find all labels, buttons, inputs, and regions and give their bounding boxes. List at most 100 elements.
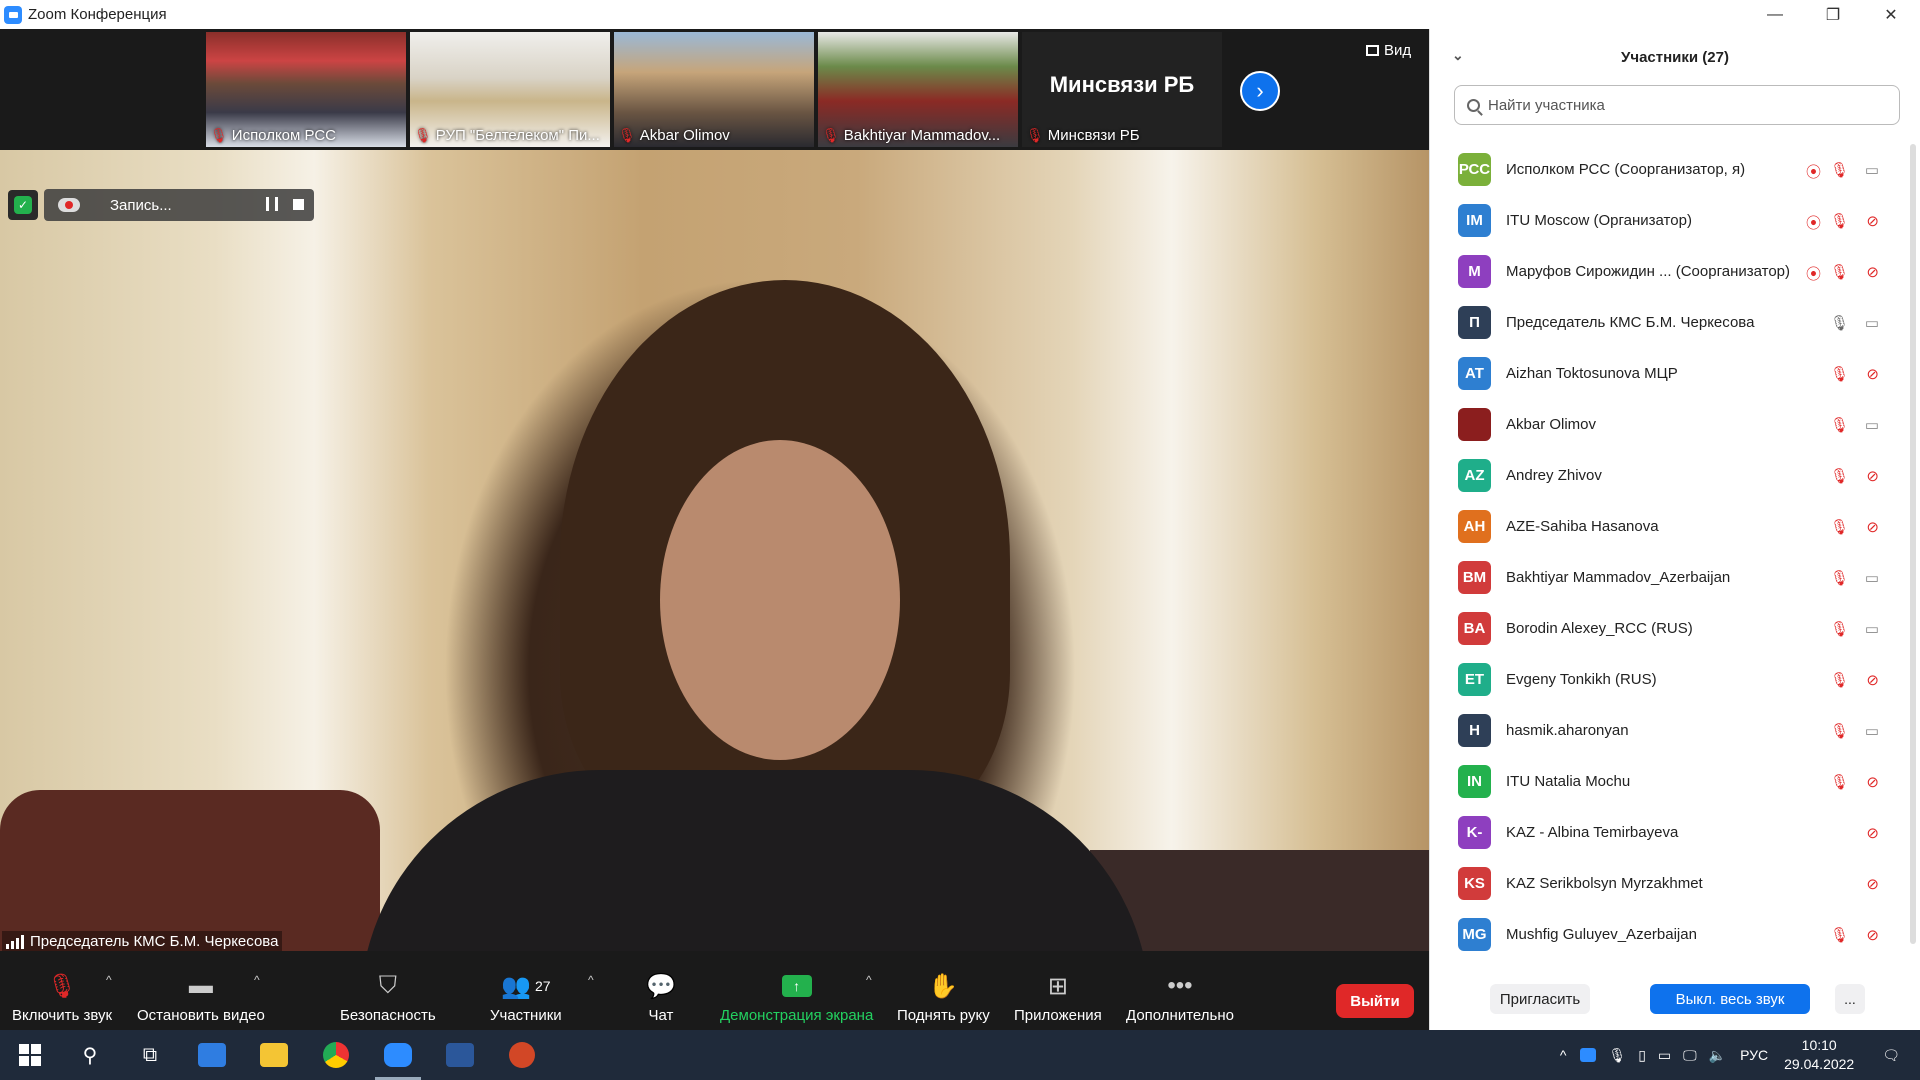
share-screen-button[interactable]: ↑ Демонстрация экрана xyxy=(720,969,873,1024)
tray-chevron-up-icon[interactable]: ^ xyxy=(1560,1047,1567,1063)
mute-all-button[interactable]: Выкл. весь звук xyxy=(1650,984,1810,1014)
task-view-icon[interactable]: ⧉ xyxy=(134,1039,166,1071)
audio-options-chevron-icon[interactable]: ^ xyxy=(106,973,112,987)
mic-muted-icon[interactable]: 🎙 xyxy=(1830,467,1849,485)
video-thumbnail[interactable]: 🎙 Bakhtiyar Mammadov... xyxy=(818,32,1018,147)
minimize-button[interactable]: — xyxy=(1746,0,1804,29)
battery-icon[interactable]: ▭ xyxy=(1658,1047,1671,1064)
participant-row[interactable]: BM Bakhtiyar Mammadov_Azerbaijan 🎙 ▭ xyxy=(1430,552,1905,603)
input-language[interactable]: РУС xyxy=(1740,1047,1768,1063)
participant-row[interactable]: AH AZE-Sahiba Hasanova 🎙 ⊘ xyxy=(1430,501,1905,552)
notifications-icon[interactable]: 🗨 xyxy=(1882,1047,1900,1064)
panel-more-button[interactable]: ... xyxy=(1835,984,1865,1014)
participant-row[interactable]: MG Mushfig Guluyev_Azerbaijan 🎙 ⊘ xyxy=(1430,909,1905,960)
stop-video-button[interactable]: ▬ Остановить видео xyxy=(137,969,265,1024)
mic-muted-icon[interactable]: 🎙 xyxy=(1830,569,1849,587)
mic-muted-icon[interactable]: 🎙 xyxy=(1830,416,1849,434)
mic-muted-icon[interactable]: 🎙 xyxy=(1830,365,1849,383)
mic-muted-icon[interactable]: 🎙 xyxy=(1830,926,1849,944)
zoom-taskbar-icon[interactable] xyxy=(382,1039,414,1071)
security-button[interactable]: ⛉ Безопасность xyxy=(340,969,436,1024)
camera-icon[interactable]: ▭ xyxy=(1865,722,1879,740)
unmute-button[interactable]: 🎙 Включить звук xyxy=(12,969,112,1025)
search-input[interactable] xyxy=(1488,96,1868,114)
share-screen-icon: ↑ xyxy=(781,975,812,997)
apps-button[interactable]: ⊞ Приложения xyxy=(1014,969,1102,1025)
camera-icon[interactable]: ▭ xyxy=(1865,569,1879,587)
microphone-tray-icon[interactable]: 🎙 xyxy=(1608,1047,1626,1064)
mic-muted-icon[interactable]: 🎙 xyxy=(1830,518,1849,536)
powerpoint-icon[interactable] xyxy=(506,1039,538,1071)
camera-off-icon[interactable]: ⊘ xyxy=(1866,365,1879,383)
mic-muted-icon[interactable]: 🎙 xyxy=(1830,620,1849,638)
mic-muted-icon[interactable]: 🎙 xyxy=(1830,722,1849,740)
camera-off-icon[interactable]: ⊘ xyxy=(1866,212,1879,230)
volume-icon[interactable]: 🔈 xyxy=(1709,1047,1726,1064)
camera-off-icon[interactable]: ⊘ xyxy=(1866,467,1879,485)
participant-row[interactable]: РСС Исполком РСС (Соорганизатор, я) ⦿ 🎙 ▭ xyxy=(1430,144,1905,195)
participant-row[interactable]: IN ITU Natalia Mochu 🎙 ⊘ xyxy=(1430,756,1905,807)
video-thumbnail[interactable]: 🎙 Akbar Olimov xyxy=(614,32,814,147)
participant-row[interactable]: KS KAZ Serikbolsyn Myrzakhmet ⊘ xyxy=(1430,858,1905,909)
mic-muted-icon[interactable]: 🎙 xyxy=(1830,671,1849,689)
camera-off-icon[interactable]: ⊘ xyxy=(1866,926,1879,944)
camera-off-icon[interactable]: ⊘ xyxy=(1866,875,1879,893)
mic-muted-icon[interactable]: 🎙 xyxy=(1830,773,1849,791)
mail-app-icon[interactable] xyxy=(196,1039,228,1071)
participant-row[interactable]: K- KAZ - Albina Temirbayeva ⊘ xyxy=(1430,807,1905,858)
mic-muted-icon[interactable]: 🎙 xyxy=(1830,263,1849,281)
pause-recording-button[interactable] xyxy=(266,197,278,211)
mic-muted-icon[interactable]: 🎙 xyxy=(1830,161,1849,179)
camera-off-icon[interactable]: ⊘ xyxy=(1866,518,1879,536)
zoom-tray-icon[interactable] xyxy=(1580,1048,1597,1062)
participant-row[interactable]: M Маруфов Сирожидин ... (Соорганизатор) ⦿ 🎙… xyxy=(1430,246,1905,297)
camera-icon[interactable]: ▭ xyxy=(1865,314,1879,332)
participant-row[interactable]: BA Borodin Alexey_RCC (RUS) 🎙 ▭ xyxy=(1430,603,1905,654)
share-options-chevron-icon[interactable]: ^ xyxy=(866,973,872,987)
encryption-shield-icon[interactable] xyxy=(8,190,38,220)
scrollbar[interactable] xyxy=(1910,144,1916,944)
camera-icon[interactable]: ▭ xyxy=(1865,416,1879,434)
video-thumbnail[interactable]: Минсвязи РБ 🎙 Минсвязи РБ xyxy=(1022,32,1222,147)
more-button[interactable]: ••• Дополнительно xyxy=(1126,969,1234,1024)
next-page-chevron-icon[interactable]: › xyxy=(1240,71,1280,111)
camera-off-icon[interactable]: ⊘ xyxy=(1866,671,1879,689)
stop-recording-button[interactable] xyxy=(293,199,304,210)
participant-row[interactable]: Hhasmik.aharonyan 🎙 ▭ xyxy=(1430,705,1905,756)
video-options-chevron-icon[interactable]: ^ xyxy=(254,973,260,987)
view-button[interactable]: Вид xyxy=(1366,42,1411,59)
participant-row[interactable]: ET Evgeny Tonkikh (RUS) 🎙 ⊘ xyxy=(1430,654,1905,705)
participant-row[interactable]: П Председатель КМС Б.М. Черкесова 🎙 ▭ xyxy=(1430,297,1905,348)
camera-off-icon[interactable]: ⊘ xyxy=(1866,263,1879,281)
camera-icon[interactable]: ▭ xyxy=(1865,161,1879,179)
close-button[interactable]: ✕ xyxy=(1862,0,1920,29)
word-icon[interactable] xyxy=(444,1039,476,1071)
participants-button[interactable]: 👥 27 Участники xyxy=(490,969,562,1025)
participant-row[interactable]: IM ITU Moscow (Организатор) ⦿ 🎙 ⊘ xyxy=(1430,195,1905,246)
participant-row[interactable]: AZ Andrey Zhivov 🎙 ⊘ xyxy=(1430,450,1905,501)
invite-button[interactable]: Пригласить xyxy=(1490,984,1590,1014)
video-thumbnail[interactable]: 🎙 РУП "Белтелеком" Пи... xyxy=(410,32,610,147)
camera-off-icon[interactable]: ⊘ xyxy=(1866,773,1879,791)
leave-button[interactable]: Выйти xyxy=(1336,984,1414,1018)
network-icon[interactable]: 🖵 xyxy=(1683,1047,1697,1064)
chevron-down-icon[interactable]: ⌄ xyxy=(1452,47,1464,64)
participant-row[interactable]: AT Aizhan Toktosunova МЦР 🎙 ⊘ xyxy=(1430,348,1905,399)
participant-row[interactable]: Akbar Olimov 🎙 ▭ xyxy=(1430,399,1905,450)
mic-icon[interactable]: 🎙 xyxy=(1830,314,1849,332)
clock[interactable]: 10:10 29.04.2022 xyxy=(1784,1036,1854,1074)
chrome-icon[interactable] xyxy=(320,1039,352,1071)
file-explorer-icon[interactable] xyxy=(258,1039,290,1071)
chat-button[interactable]: 💬 Чат xyxy=(646,969,676,1025)
mic-muted-icon[interactable]: 🎙 xyxy=(1830,212,1849,230)
raise-hand-button[interactable]: ✋ Поднять руку xyxy=(897,969,990,1025)
camera-off-icon[interactable]: ⊘ xyxy=(1866,824,1879,842)
maximize-button[interactable]: ❐ xyxy=(1804,0,1862,29)
video-thumbnail[interactable]: 🎙 Исполком РСС xyxy=(206,32,406,147)
camera-icon[interactable]: ▭ xyxy=(1865,620,1879,638)
thumbnail-name: РУП "Белтелеком" Пи... xyxy=(435,127,600,144)
start-button[interactable] xyxy=(14,1039,46,1071)
usb-tray-icon[interactable]: ▯ xyxy=(1638,1047,1646,1064)
search-icon[interactable]: ⚲ xyxy=(74,1039,106,1071)
participants-options-chevron-icon[interactable]: ^ xyxy=(588,973,594,987)
